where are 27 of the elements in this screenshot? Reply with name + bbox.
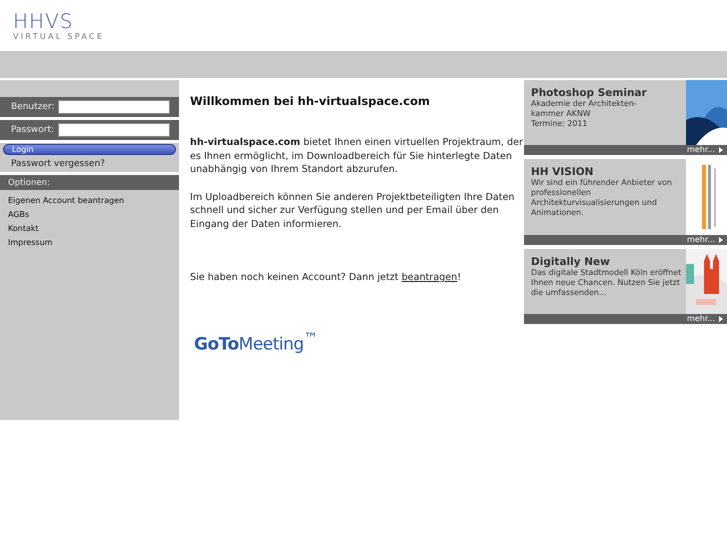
signup-text: Sie haben noch keinen Account? Dann jetzt beantragen! xyxy=(190,271,462,284)
input-field[interactable] xyxy=(58,123,170,137)
news-title: Photoshop Seminar xyxy=(531,87,648,99)
sidebar-link[interactable]: AGBs xyxy=(0,208,179,222)
signup-link[interactable]: beantragen xyxy=(402,272,458,283)
arrow-icon xyxy=(719,237,723,243)
field-label: Passwort: xyxy=(11,125,56,135)
more-link[interactable]: mehr... xyxy=(687,235,715,245)
arrow-icon xyxy=(719,316,723,322)
paragraph: Im Uploadbereich können Sie anderen Projektbeteiligten Ihre Daten schnell und sicher zur Verfügung stellen und per Email über den Eingang der Daten informieren. xyxy=(190,190,516,231)
login-button[interactable]: Login xyxy=(3,144,176,155)
news-title: Digitally New xyxy=(531,256,611,268)
logo-tagline: VIRTUAL SPACE xyxy=(13,32,104,42)
options-title: Optionen: xyxy=(8,178,50,188)
arrow-icon xyxy=(719,147,723,153)
more-link[interactable]: mehr... xyxy=(687,314,715,324)
input-field[interactable] xyxy=(58,100,170,114)
sidebar-link[interactable]: Impressum xyxy=(0,236,179,250)
news-title: HH VISION xyxy=(531,166,594,178)
welcome-title: Willkommen bei hh-virtualspace.com xyxy=(190,94,431,108)
sidebar-link[interactable]: Kontakt xyxy=(0,222,179,236)
more-link[interactable]: mehr... xyxy=(687,145,715,155)
paragraph: hh-virtualspace.com bietet Ihnen einen virtuellen Projektraum, der es Ihnen ermöglicht, im Downloadbereich für Sie hinterlegte Daten unabhängig von Ihrem Standort abzurufen. xyxy=(190,136,524,176)
logo-mark: HHVS xyxy=(13,10,74,32)
field-label: Benutzer: xyxy=(11,102,56,112)
sidebar-link[interactable]: Eigenen Account beantragen xyxy=(0,194,179,208)
partner-logo[interactable]: GoToMeeting$^{™}$ xyxy=(194,330,318,354)
